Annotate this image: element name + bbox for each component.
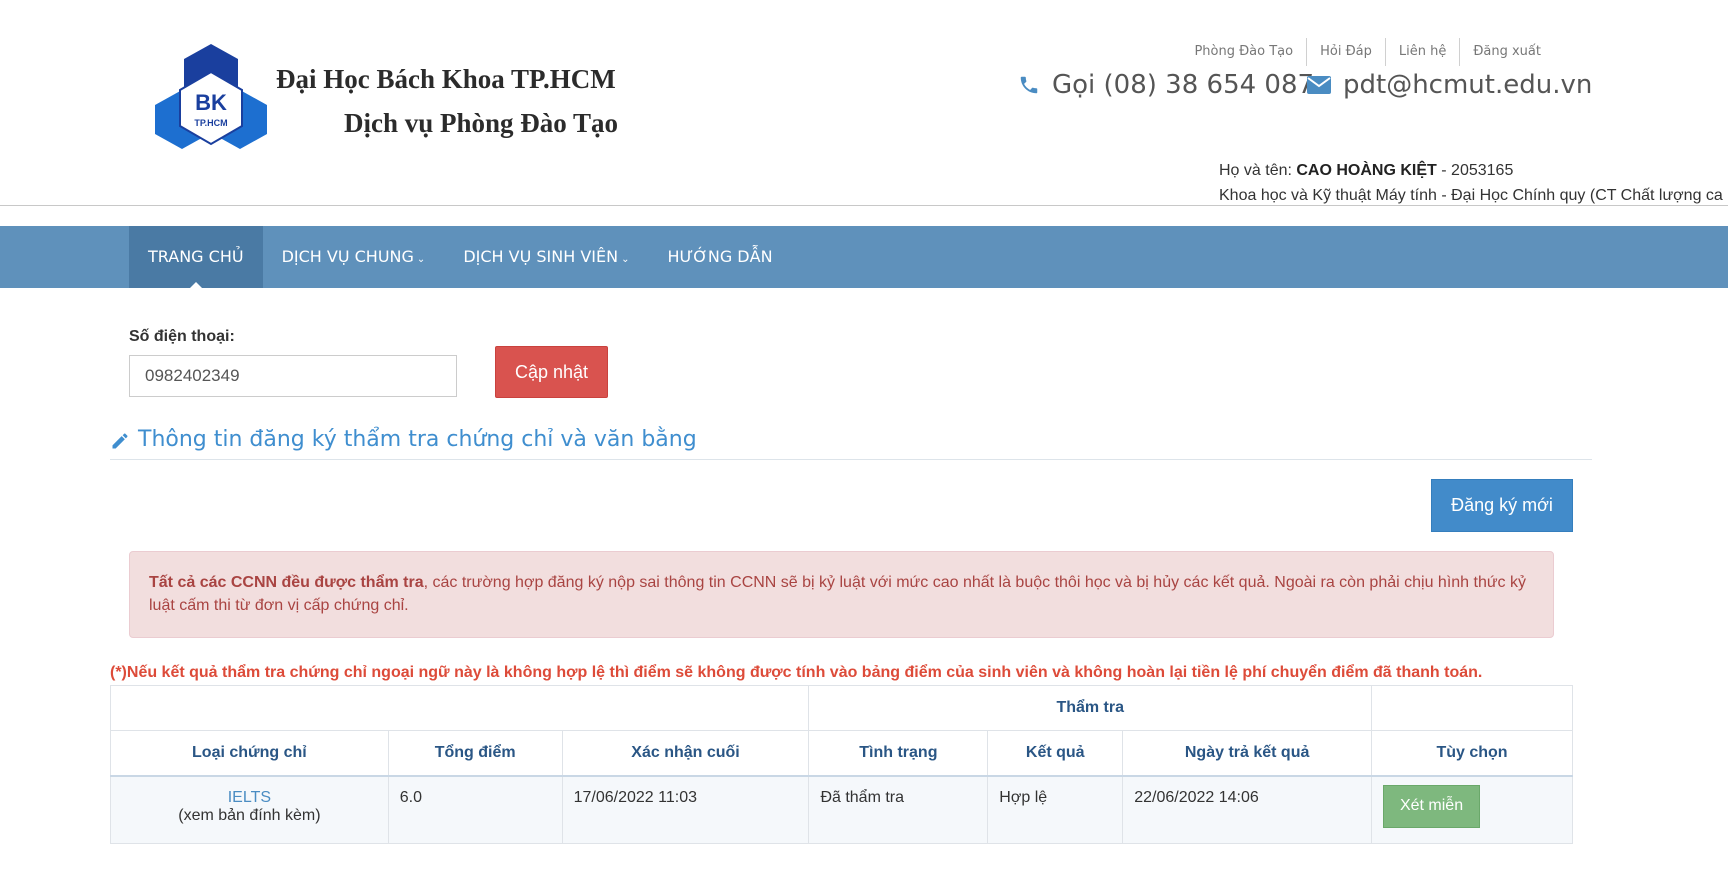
phone-input[interactable] — [129, 355, 457, 397]
user-id: - 2053165 — [1436, 162, 1514, 179]
logo-text-bk: BK — [195, 90, 227, 115]
page-header: BK TP.HCM Đại Học Bách Khoa TP.HCM Dịch … — [0, 0, 1728, 206]
nav-item-student-services[interactable]: DỊCH VỤ SINH VIÊN ⌄ — [444, 226, 648, 288]
cert-link[interactable]: IELTS — [122, 789, 377, 807]
contact-email: pdt@hcmut.edu.vn — [1307, 70, 1592, 100]
phone-icon — [1020, 76, 1038, 94]
logo-text-city: TP.HCM — [194, 118, 227, 128]
cell-options: Xét miễn — [1371, 775, 1573, 844]
col-header-result: Kết quả — [987, 730, 1124, 777]
brand-title: Đại Học Bách Khoa TP.HCM — [276, 64, 616, 94]
col-header-status: Tình trạng — [808, 730, 989, 777]
toplink-dang-xuat[interactable]: Đăng xuất — [1459, 38, 1554, 66]
nav-item-home[interactable]: TRANG CHỦ — [129, 226, 263, 288]
col-header-result-date: Ngày trả kết quả — [1122, 730, 1373, 777]
cert-attachment-note[interactable]: (xem bản đính kèm) — [122, 807, 377, 825]
table-group-header-verify: Thẩm tra — [808, 685, 1373, 731]
col-header-cert-type: Loại chứng chỉ — [110, 730, 389, 777]
pencil-icon — [112, 433, 128, 449]
user-faculty: Khoa học và Kỹ thuật Máy tính - Đại Học … — [1219, 187, 1723, 204]
table-group-header-empty — [109, 685, 810, 731]
col-header-total-score: Tổng điểm — [387, 730, 563, 777]
phone-label: Số điện thoại: — [129, 328, 235, 345]
certificate-table: Thẩm tra Loại chứng chỉ Tổng điểm Xác nh… — [109, 685, 1573, 844]
chevron-down-icon: ⌄ — [416, 254, 426, 265]
cell-cert-type: IELTS (xem bản đính kèm) — [110, 775, 389, 844]
table-group-header-row: Thẩm tra — [109, 685, 1573, 731]
cell-result: Hợp lệ — [987, 775, 1124, 844]
envelope-icon — [1307, 76, 1331, 94]
email-text[interactable]: pdt@hcmut.edu.vn — [1343, 70, 1592, 100]
alert-bold-text: Tất cả các CCNN đều được thẩm tra — [149, 574, 424, 591]
warning-alert: Tất cả các CCNN đều được thẩm tra, các t… — [129, 551, 1554, 638]
col-header-last-confirmed: Xác nhận cuối — [561, 730, 810, 777]
table-row: IELTS (xem bản đính kèm) 6.0 17/06/2022 … — [110, 775, 1573, 844]
brand-subtitle: Dịch vụ Phòng Đào Tạo — [344, 108, 619, 138]
cell-status: Đã thẩm tra — [808, 775, 989, 844]
col-header-options: Tùy chọn — [1371, 730, 1573, 777]
contact-phone: Gọi (08) 38 654 087 — [1018, 70, 1314, 100]
register-new-button[interactable]: Đăng ký mới — [1431, 479, 1573, 532]
cell-result-date: 22/06/2022 14:06 — [1122, 775, 1373, 844]
nav-item-guide[interactable]: HƯỚNG DẪN — [648, 226, 791, 288]
result-note: (*)Nếu kết quả thẩm tra chứng chỉ ngoại … — [110, 664, 1483, 681]
university-logo: BK TP.HCM — [150, 42, 272, 160]
update-phone-button[interactable]: Cập nhật — [495, 346, 608, 398]
chevron-down-icon: ⌄ — [621, 254, 630, 265]
phone-text: Gọi (08) 38 654 087 — [1052, 70, 1315, 100]
main-nav: TRANG CHỦ DỊCH VỤ CHUNG ⌄ DỊCH VỤ SINH VI… — [0, 226, 1728, 288]
section-title-text: Thông tin đăng ký thẩm tra chứng chỉ và … — [138, 427, 697, 452]
toplink-lien-he[interactable]: Liên hệ — [1384, 38, 1459, 66]
user-name: CAO HOÀNG KIỆT — [1296, 162, 1437, 179]
nav-item-general-services[interactable]: DỊCH VỤ CHUNG ⌄ — [263, 226, 445, 288]
user-label: Họ và tên: — [1219, 162, 1297, 179]
exemption-button[interactable]: Xét miễn — [1383, 784, 1481, 828]
table-group-header-empty — [1371, 685, 1573, 731]
cell-confirmed: 17/06/2022 11:03 — [561, 775, 810, 844]
user-info: Họ và tên: CAO HOÀNG KIỆT - 2053165 Khoa… — [1219, 158, 1723, 208]
table-header-row: Loại chứng chỉ Tổng điểm Xác nhận cuối T… — [110, 730, 1573, 777]
toplink-hoi-dap[interactable]: Hỏi Đáp — [1306, 38, 1385, 66]
cell-score: 6.0 — [387, 775, 563, 844]
top-links: Phòng Đào Tạo Hỏi Đáp Liên hệ Đăng xuất — [1181, 38, 1554, 66]
section-title: Thông tin đăng ký thẩm tra chứng chỉ và … — [110, 426, 1592, 460]
toplink-phong-dao-tao[interactable]: Phòng Đào Tạo — [1181, 38, 1306, 66]
